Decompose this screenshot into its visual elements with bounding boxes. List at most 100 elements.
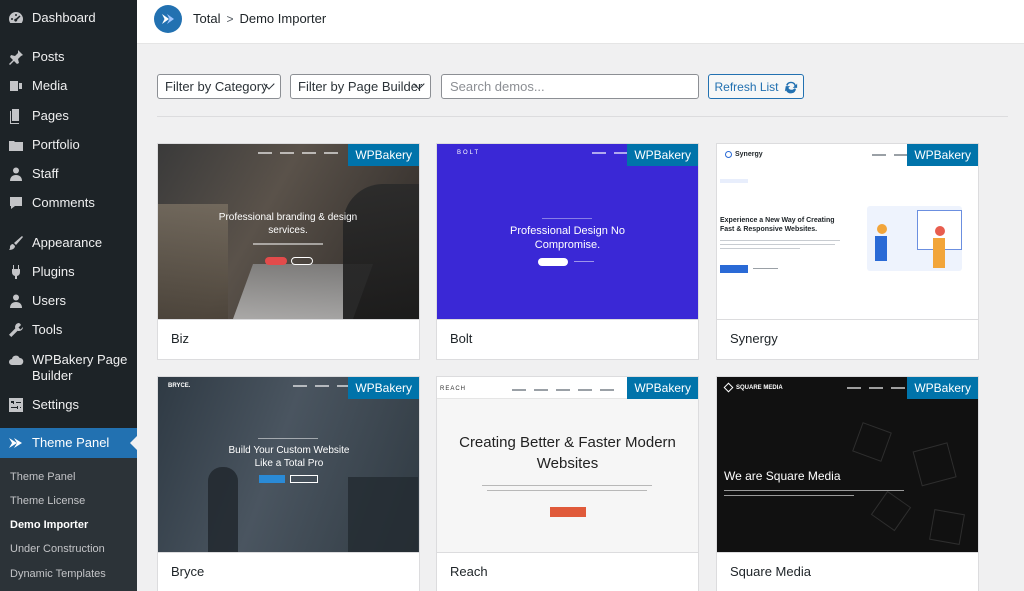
sidebar-item-pages[interactable]: Pages [0,108,137,124]
demo-card-bryce[interactable]: BRYCE. Build Your Custom Website Like a … [157,376,420,591]
demo-card-square-media[interactable]: SQUARE MEDIA We are Square Media WPBaker… [716,376,979,591]
dashboard-icon [8,10,24,26]
sidebar-item-label: Appearance [32,235,103,250]
search-demos-input[interactable] [441,74,699,99]
demo-headline: Professional Design No Compromise. [510,225,625,251]
sidebar-item-label: Media [32,78,68,93]
sidebar-item-label: Staff [32,166,59,181]
total-logo-icon [154,5,182,33]
sidebar-item-portfolio[interactable]: Portfolio [0,137,137,153]
sidebar-item-label: Pages [32,108,69,123]
media-icon [8,78,24,94]
sidebar-item-dashboard[interactable]: Dashboard [0,10,137,26]
demo-preview-bolt: BOLT Professional Design No Compromise. … [437,144,698,319]
breadcrumb-item-total[interactable]: Total [193,11,220,26]
sidebar-item-tools[interactable]: Tools [0,322,137,338]
category-filter-value: Filter by Category [165,79,268,94]
admin-sidebar: Dashboard Posts Media Pages Portfolio St… [0,0,137,591]
demo-logo: SQUARE MEDIA [736,384,783,391]
sidebar-item-media[interactable]: Media [0,78,137,94]
submenu-item-demo-importer[interactable]: Demo Importer [10,518,88,532]
user-icon [8,166,24,182]
wpbakery-badge: WPBakery [627,377,698,399]
demo-headline: Experience a New Way of Creating Fast & … [720,217,835,233]
cloud-icon [8,352,24,368]
page-header: Total > Demo Importer [137,0,1024,44]
filter-divider [157,116,1008,117]
submenu-item-under-construction[interactable]: Under Construction [10,542,105,556]
breadcrumb-separator: > [226,11,234,26]
demo-preview-bryce: BRYCE. Build Your Custom Website Like a … [158,377,419,552]
submenu-item-theme-panel[interactable]: Theme Panel [10,470,75,484]
demo-headline: Professional branding & design services. [218,212,358,236]
page-builder-filter-select[interactable]: Filter by Page Builder [290,74,431,99]
sidebar-item-wpbakery[interactable]: WPBakery Page Builder [0,352,137,384]
breadcrumb-item-current: Demo Importer [239,11,327,26]
pin-icon [8,49,24,65]
demo-logo: BOLT [457,150,481,156]
users-icon [8,293,24,309]
demo-title: Biz [158,319,419,359]
refresh-list-button[interactable]: Refresh List [708,74,804,99]
theme-panel-submenu: Theme Panel Theme License Demo Importer … [0,458,137,591]
sidebar-item-label: Posts [32,49,65,64]
submenu-item-theme-license[interactable]: Theme License [10,494,85,508]
pages-icon [8,108,24,124]
wpbakery-badge: WPBakery [348,377,419,399]
demo-title: Square Media [717,552,978,591]
sidebar-item-staff[interactable]: Staff [0,166,137,182]
wrench-icon [8,322,24,338]
sidebar-item-label: Dashboard [32,10,96,25]
sidebar-item-settings[interactable]: Settings [0,397,137,413]
demo-card-bolt[interactable]: BOLT Professional Design No Compromise. … [436,143,699,360]
sidebar-item-comments[interactable]: Comments [0,195,137,211]
wpbakery-badge: WPBakery [348,144,419,166]
demo-card-synergy[interactable]: Synergy Experience a New Way of Creating… [716,143,979,360]
demo-preview-square-media: SQUARE MEDIA We are Square Media WPBaker… [717,377,978,552]
folder-icon [8,137,24,153]
current-menu-arrow [130,436,137,450]
wpbakery-badge: WPBakery [907,377,978,399]
refresh-icon [784,81,797,93]
sidebar-item-label: Portfolio [32,137,80,152]
demo-title: Synergy [717,319,978,359]
category-filter-select[interactable]: Filter by Category [157,74,281,99]
square-media-logo-icon [723,382,734,393]
wpbakery-badge: WPBakery [907,144,978,166]
demo-card-reach[interactable]: REACH Creating Better & Faster Modern We… [436,376,699,591]
sidebar-item-plugins[interactable]: Plugins [0,264,137,280]
demo-preview-reach: REACH Creating Better & Faster Modern We… [437,377,698,552]
demo-logo: Synergy [735,151,763,158]
submenu-item-dynamic-templates[interactable]: Dynamic Templates [10,567,106,581]
demo-preview-biz: Professional branding & design services.… [158,144,419,319]
sidebar-item-label: Comments [32,195,95,210]
sidebar-item-label: Tools [32,322,63,337]
sidebar-item-label: Theme Panel [32,435,110,450]
sidebar-item-theme-panel[interactable]: Theme Panel [0,428,137,458]
breadcrumb: Total > Demo Importer [193,11,326,26]
demo-title: Bolt [437,319,698,359]
demo-title: Bryce [158,552,419,591]
comment-icon [8,195,24,211]
sidebar-item-posts[interactable]: Posts [0,49,137,65]
demo-preview-synergy: Synergy Experience a New Way of Creating… [717,144,978,319]
refresh-list-label: Refresh List [714,79,779,94]
sidebar-item-users[interactable]: Users [0,293,137,309]
demo-headline: Build Your Custom Website Like a Total P… [228,445,350,469]
settings-icon [8,397,24,413]
demo-card-biz[interactable]: Professional branding & design services.… [157,143,420,360]
demo-logo: REACH [440,386,467,392]
theme-panel-icon [8,435,24,451]
demo-logo: BRYCE. [168,383,191,389]
sidebar-item-label: Users [32,293,66,308]
page-builder-filter-value: Filter by Page Builder [298,79,423,94]
wpbakery-badge: WPBakery [627,144,698,166]
demo-headline: We are Square Media [724,469,841,483]
geometric-background-pattern [852,422,965,545]
synergy-logo-icon [725,151,732,158]
sidebar-item-appearance[interactable]: Appearance [0,235,137,251]
plug-icon [8,264,24,280]
demo-headline: Creating Better & Faster Modern Websites [459,434,676,472]
sidebar-item-label: WPBakery Page Builder [32,352,128,383]
sidebar-item-label: Plugins [32,264,75,279]
